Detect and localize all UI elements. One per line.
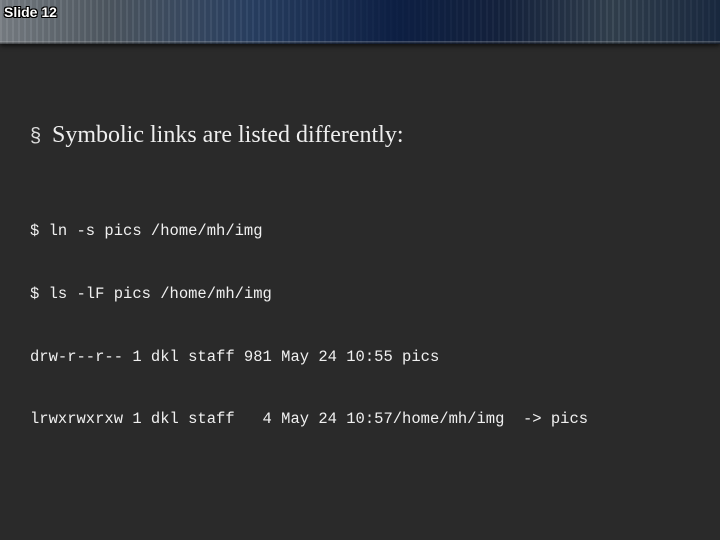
slide: Slide 12 § Symbolic links are listed dif… bbox=[0, 0, 720, 540]
terminal-line: $ ln -s pics /home/mh/img bbox=[30, 221, 700, 242]
slide-number: Slide 12 bbox=[4, 4, 57, 20]
slide-body: § Symbolic links are listed differently:… bbox=[30, 120, 700, 472]
terminal-line: $ ls -lF pics /home/mh/img bbox=[30, 284, 700, 305]
terminal-line: drw-r--r-- 1 dkl staff 981 May 24 10:55 … bbox=[30, 347, 700, 368]
header-strip bbox=[0, 0, 720, 44]
terminal-line: lrwxrwxrxw 1 dkl staff 4 May 24 10:57/ho… bbox=[30, 409, 700, 430]
bullet-row: § Symbolic links are listed differently: bbox=[30, 120, 700, 151]
bullet-text: Symbolic links are listed differently: bbox=[52, 120, 404, 151]
bullet-marker-icon: § bbox=[30, 126, 44, 146]
terminal-block: $ ln -s pics /home/mh/img $ ls -lF pics … bbox=[30, 179, 700, 472]
